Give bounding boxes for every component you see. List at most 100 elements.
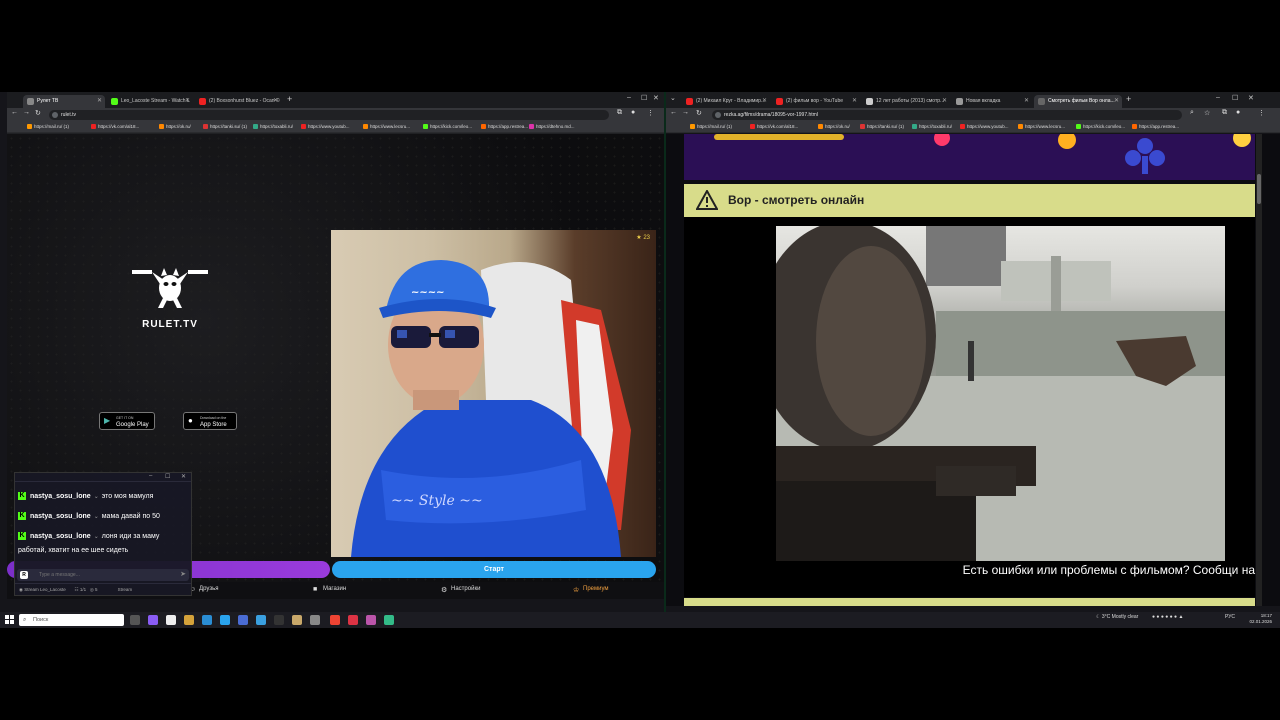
bookmark-item[interactable]: https://kick.com/leo... (423, 124, 472, 129)
chat-input[interactable]: R Type a message... ➤ (17, 569, 189, 581)
page-scrollbar[interactable] (1256, 134, 1262, 606)
new-tab-icon[interactable]: + (287, 94, 292, 104)
casino-banner[interactable] (684, 134, 1255, 180)
bookmark-item[interactable]: https://app.restrea... (1132, 124, 1179, 129)
bookmark-item[interactable]: https://toxabli.ru/ (912, 124, 952, 129)
bookmark-item[interactable]: https://app.restrea... (481, 124, 528, 129)
app-icon[interactable] (148, 615, 158, 625)
new-tab-icon[interactable]: + (1126, 94, 1131, 104)
bookmark-item[interactable]: https://mail.ru/ (1) (690, 124, 732, 129)
tab-rezka[interactable]: Смотреть фильм Вор онла... ✕ (1034, 95, 1122, 108)
right-address-bar[interactable]: rezka.ag/films/drama/18095-vor-1997.html (712, 110, 1182, 120)
extensions-icon[interactable]: ⧉ (1222, 109, 1227, 117)
close-tab-icon[interactable]: ✕ (762, 95, 767, 108)
bookmark-item[interactable]: https://www.youtub... (301, 124, 350, 129)
zoom-icon[interactable]: ⌕ (1190, 109, 1194, 117)
close-window-icon[interactable]: ✕ (1248, 94, 1254, 102)
close-tab-icon[interactable]: ✕ (273, 95, 278, 108)
bookmark-star-icon[interactable]: ☆ (1204, 109, 1210, 117)
weather-widget[interactable]: ☾ 3°C Mostly clear (1096, 614, 1138, 620)
maximize-icon[interactable]: ☐ (641, 94, 647, 102)
close-tab-icon[interactable]: ✕ (97, 95, 102, 108)
chat-username[interactable]: nastya_sosu_lone (30, 493, 91, 500)
forward-icon[interactable]: → (682, 109, 689, 116)
menu-icon[interactable]: ⋮ (1258, 109, 1265, 117)
close-tab-icon[interactable]: ✕ (1024, 95, 1029, 108)
tray-icons[interactable]: ● ● ● ● ● ● ▲ (1152, 614, 1183, 620)
start-button[interactable]: Старт (332, 561, 656, 578)
bookmark-item[interactable]: https://ok.ru/ (818, 124, 850, 129)
app-icon[interactable] (292, 615, 302, 625)
tab-youtube-vor[interactable]: (2) фильм вор - YouTube ✕ (772, 95, 860, 108)
bookmark-item[interactable]: https://mail.ru/ (1) (27, 124, 69, 129)
windows-start-icon[interactable] (5, 615, 15, 625)
send-icon[interactable]: ➤ (180, 569, 186, 581)
bookmark-item[interactable]: https://www.lecsru... (1018, 124, 1065, 129)
nav-shop[interactable]: ■ Магазин (313, 586, 346, 593)
site-info-icon[interactable] (715, 112, 721, 118)
tab-youtube[interactable]: (2) Boxsonhurst Bluez - Ocan © ✕ (195, 95, 281, 108)
bookmark-item[interactable]: https://tanki.su/ (1) (203, 124, 247, 129)
close-tab-icon[interactable]: ✕ (852, 95, 857, 108)
taskbar-search[interactable]: ⌕ Поиск (19, 614, 124, 626)
movie-frame[interactable] (776, 226, 1225, 561)
bookmark-item[interactable]: https://kick.com/leo... (1076, 124, 1125, 129)
extensions-icon[interactable]: ⧉ (617, 109, 622, 117)
app-icon[interactable] (348, 615, 358, 625)
chrome-icon[interactable] (384, 615, 394, 625)
back-icon[interactable]: ← (670, 109, 677, 116)
tab-search-icon[interactable]: ⌄ (670, 94, 676, 102)
bookmark-item[interactable]: https://www.lecsru... (363, 124, 410, 129)
chat-maximize-icon[interactable]: ☐ (165, 473, 170, 480)
system-clock[interactable]: 18:17 02.01.2026 (1249, 613, 1272, 625)
minimize-icon[interactable]: – (627, 94, 631, 101)
close-tab-icon[interactable]: ✕ (185, 95, 190, 108)
app-icon[interactable] (238, 615, 248, 625)
edge-icon[interactable] (202, 615, 212, 625)
left-address-bar[interactable]: rulet.tv (49, 110, 609, 120)
maximize-icon[interactable]: ☐ (1232, 94, 1238, 102)
bookmark-item[interactable]: https://www.youtub... (960, 124, 1009, 129)
app-store-badge[interactable]: ● Download on the App Store (183, 412, 237, 430)
app-icon[interactable] (256, 615, 266, 625)
telegram-icon[interactable] (220, 615, 230, 625)
bookmark-item[interactable]: https://toxabli.ru/ (253, 124, 293, 129)
restream-icon[interactable]: R (20, 571, 28, 579)
tab-12-years[interactable]: 12 лет работы (2013) смотр... ✕ (862, 95, 950, 108)
bookmark-item[interactable]: https://dtehno.md... (529, 124, 575, 129)
video-player[interactable]: Есть ошибки или проблемы с фильмом? Сооб… (684, 217, 1255, 597)
app-icon[interactable] (310, 615, 320, 625)
profile-icon[interactable]: ● (1236, 109, 1240, 116)
nav-friends[interactable]: ☺ Друзья (189, 586, 218, 593)
google-play-badge[interactable]: ▶ GET IT ON Google Play (99, 412, 155, 430)
bookmark-item[interactable]: https://ok.ru/ (159, 124, 191, 129)
forward-icon[interactable]: → (23, 109, 30, 116)
tab-kick-stream[interactable]: Leo_Lacoste Stream - Watch L ✕ (107, 95, 193, 108)
reload-icon[interactable]: ↻ (696, 109, 702, 117)
chat-username[interactable]: nastya_sosu_lone (30, 533, 91, 540)
task-view-icon[interactable] (130, 615, 140, 625)
minimize-icon[interactable]: – (1216, 94, 1220, 101)
reload-icon[interactable]: ↻ (35, 109, 41, 117)
back-icon[interactable]: ← (11, 109, 18, 116)
tab-rulet[interactable]: Рулет ТВ ✕ (23, 95, 105, 108)
nav-premium[interactable]: ♔ Премиум (573, 586, 609, 594)
tab-youtube-krug[interactable]: (2) Михаил Круг - Владимир... ✕ (682, 95, 770, 108)
tab-new[interactable]: Новая вкладка ✕ (952, 95, 1032, 108)
menu-icon[interactable]: ⋮ (647, 109, 654, 117)
app-icon[interactable] (366, 615, 376, 625)
profile-icon[interactable]: ● (631, 109, 635, 116)
bookmark-item[interactable]: https://tanki.su/ (1) (860, 124, 904, 129)
app-icon[interactable] (274, 615, 284, 625)
scrollbar-thumb[interactable] (1257, 174, 1261, 204)
chat-minimize-icon[interactable]: – (149, 473, 152, 479)
bookmark-item[interactable]: https://vk.com/al18... (91, 124, 139, 129)
media-app-icon[interactable] (166, 615, 176, 625)
language-indicator[interactable]: РУС (1225, 614, 1235, 620)
chat-username[interactable]: nastya_sosu_lone (30, 513, 91, 520)
nav-settings[interactable]: ⚙ Настройки (441, 586, 480, 594)
site-info-icon[interactable] (52, 112, 58, 118)
close-window-icon[interactable]: ✕ (653, 94, 659, 102)
close-tab-icon[interactable]: ✕ (942, 95, 947, 108)
bookmark-item[interactable]: https://vk.com/al18... (750, 124, 798, 129)
